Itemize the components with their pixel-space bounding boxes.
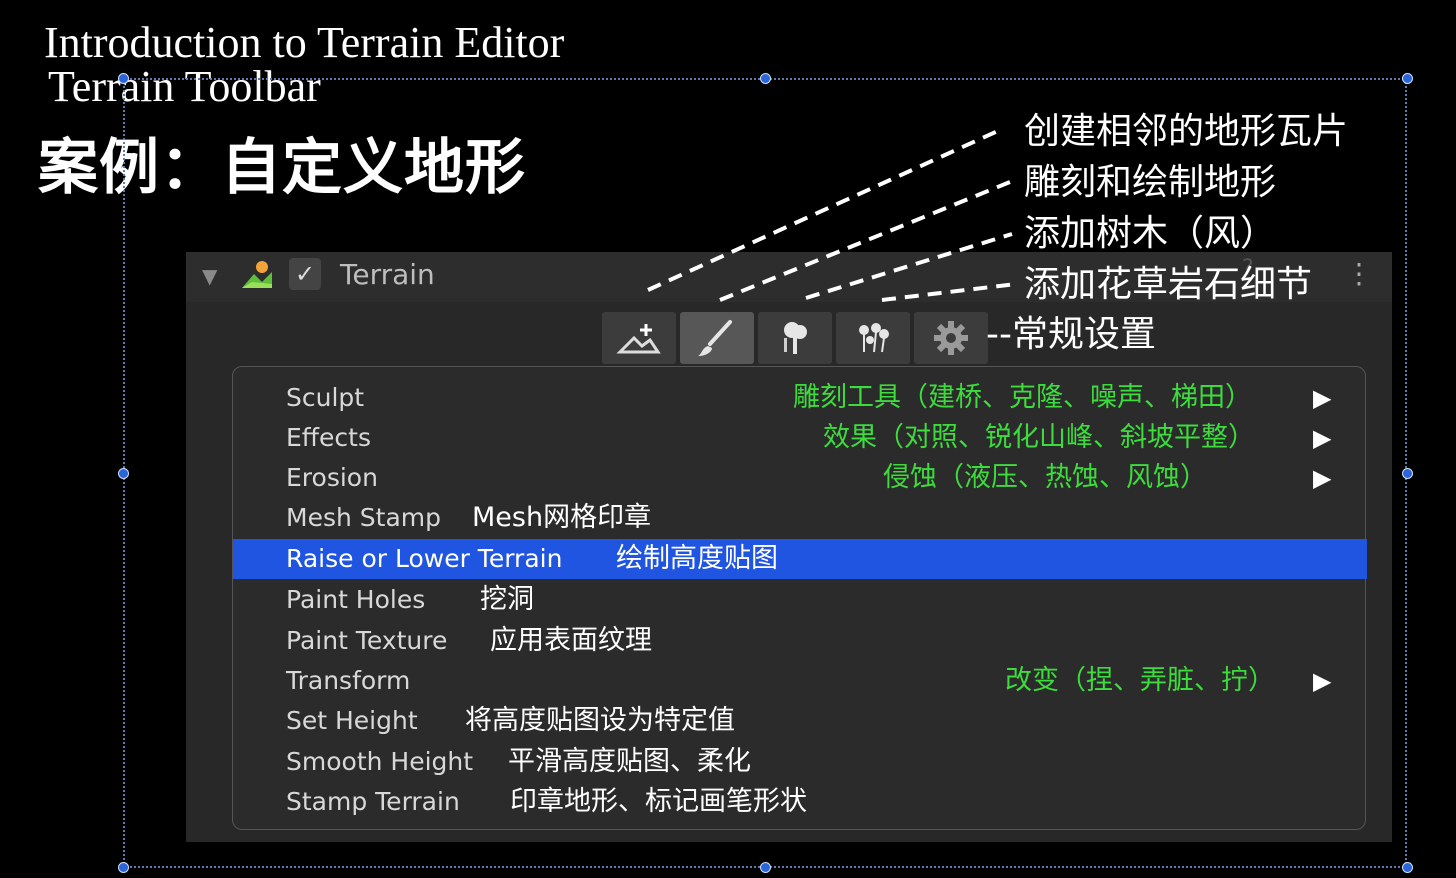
resize-handle[interactable] [1402,73,1413,84]
selection-frame [123,78,1407,868]
resize-handle[interactable] [118,73,129,84]
resize-handle[interactable] [1402,862,1413,873]
resize-handle[interactable] [1402,468,1413,479]
resize-handle[interactable] [760,862,771,873]
resize-handle[interactable] [118,862,129,873]
resize-handle[interactable] [760,73,771,84]
resize-handle[interactable] [118,468,129,479]
